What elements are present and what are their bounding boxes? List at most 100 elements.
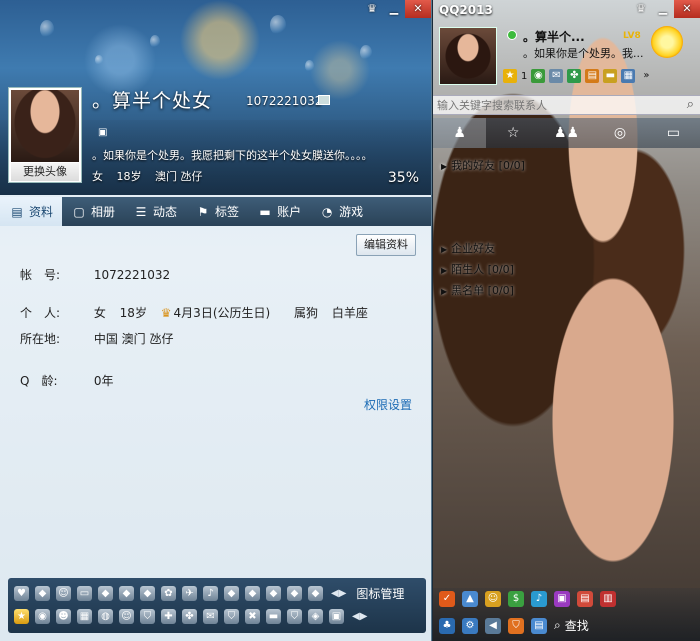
app-icon[interactable]: ▦ [77,609,92,624]
tab-games[interactable]: ◔ 游戏 [310,197,372,226]
vip-badge[interactable]: LV8 [623,31,641,41]
clover-icon[interactable]: ✤ [567,69,582,83]
chat-icon[interactable]: ☻ [56,609,71,624]
diamond-icon[interactable]: ◆ [266,586,281,601]
mobile-icon: ▣ [98,127,108,138]
wallet-icon[interactable]: ▬ [266,609,281,624]
group-my-friends[interactable]: ▶ 我的好友 [0/0] [441,157,525,173]
mail-icon[interactable]: ✉ [203,609,218,624]
my-nickname: 。算半个... [523,30,585,44]
scroll-left-icon[interactable]: ◀▶ [331,588,346,599]
rain-drop [305,60,314,72]
camera-icon[interactable]: ▲ [462,591,478,607]
search-icon[interactable]: ⌕ [687,97,694,112]
tab-tags[interactable]: ⚑ 标签 [186,197,248,226]
settings-icon[interactable]: ⚙ [462,617,478,634]
volume-icon[interactable]: ◀ [485,617,501,634]
flower-icon[interactable]: ✿ [161,586,176,601]
face-icon[interactable]: ☺ [119,609,134,624]
diamond-icon[interactable]: ◆ [140,586,155,601]
more-icon[interactable]: » [639,69,653,83]
close-button[interactable]: ✕ [405,0,431,18]
grid-icon[interactable]: ▣ [329,609,344,624]
find-button[interactable]: 查找 [565,617,589,634]
group-blacklist[interactable]: ▶ 黑名单 [0/0] [441,282,514,298]
icon-manage-link[interactable]: 图标管理 [356,585,404,602]
tab-album[interactable]: ▢ 相册 [62,197,124,226]
personal-age: 18岁 [119,306,147,320]
shield-icon[interactable]: ⛉ [287,609,302,624]
icon-tray: ♥ ◆ ☺ ▭ ◆ ◆ ◆ ✿ ✈ ♪ ◆ ◆ ◆ ◆ ◆ ◀▶ 图标管理 ★ … [8,578,426,633]
permission-settings-link[interactable]: 权限设置 [364,396,412,413]
scroll-arrows-icon[interactable]: ◀▶ [352,611,367,622]
account-label: 帐 号: [20,268,61,282]
skin-icon[interactable]: ♛ [361,0,383,18]
diamond-icon[interactable]: ◆ [224,586,239,601]
crystal-icon[interactable]: ◈ [308,609,323,624]
star-icon[interactable]: ★ [14,609,29,624]
skin-icon[interactable]: ♛ [630,0,652,18]
security-icon[interactable]: ▥ [600,591,616,607]
edit-profile-button[interactable]: 编辑资料 [356,234,416,256]
menu-icon[interactable]: ♣ [439,617,455,634]
wallet-icon[interactable]: ▬ [603,69,618,83]
diamond-icon[interactable]: ◆ [98,586,113,601]
tab-recent[interactable]: ▭ [647,118,700,148]
mail-icon[interactable]: ✉ [549,69,564,83]
heart-icon[interactable]: ♥ [14,586,29,601]
tab-groups[interactable]: ♟♟ [540,118,593,148]
news-icon[interactable]: ▦ [621,69,636,83]
weibo-icon[interactable]: ✓ [439,591,455,607]
cart-icon[interactable]: ▤ [585,69,600,83]
diamond-icon[interactable]: ◆ [35,586,50,601]
music-icon[interactable]: ♪ [203,586,218,601]
minimize-button[interactable]: ▁ [652,0,674,18]
diamond-icon[interactable]: ◆ [308,586,323,601]
change-avatar-button[interactable]: 更换头像 [11,163,79,181]
person-icon[interactable]: ☺ [56,586,71,601]
tab-feed[interactable]: ☰ 动态 [124,197,186,226]
paw-icon[interactable]: ✤ [182,609,197,624]
shield-icon[interactable]: ⛉ [508,617,524,634]
file-icon[interactable]: ▤ [531,617,547,634]
qzone-icon[interactable]: ◉ [531,69,546,83]
profile-avatar[interactable]: 更换头像 [8,87,82,183]
my-signature[interactable]: 。如果你是个处男。我... [523,45,644,61]
tools-icon[interactable]: ✖ [245,609,260,624]
pet-icon[interactable]: ☺ [485,591,501,607]
group-enterprise[interactable]: ▶ 企业好友 [441,240,495,256]
shield-icon[interactable]: ⛉ [224,609,239,624]
tab-info[interactable]: ▤ 资料 [0,197,63,226]
diamond-icon[interactable]: ◆ [119,586,134,601]
contact-search-input[interactable] [437,97,677,114]
tab-account[interactable]: ▬ 账户 [248,197,310,226]
name-card-icon[interactable] [318,95,330,105]
account-row: 帐 号: 1072221032 [20,266,180,283]
app-icon[interactable]: ▣ [554,591,570,607]
music-icon[interactable]: ♪ [531,591,547,607]
qage-value: 0年 [93,374,114,388]
qzone-icon[interactable]: ◉ [35,609,50,624]
search-icon[interactable]: ⌕ [554,618,561,633]
shield-icon[interactable]: ⛉ [140,609,155,624]
weather-sun-icon[interactable] [651,26,683,58]
profile-signature[interactable]: 。如果你是个处男。我愿把剩下的这半个处女膜送你。。。。 [92,147,373,163]
monitor-icon[interactable]: ▭ [77,586,92,601]
puzzle-icon[interactable]: ✚ [161,609,176,624]
tab-favorites[interactable]: ☆ [486,118,539,148]
online-status-icon[interactable] [507,30,517,40]
tab-qzone[interactable]: ◎ [593,118,646,148]
level-star-icon[interactable]: ★ [503,69,517,83]
minimize-button[interactable]: ▁ [383,0,405,18]
bubble-icon[interactable]: ◍ [98,609,113,624]
bird-icon[interactable]: ✈ [182,586,197,601]
diamond-icon[interactable]: ◆ [245,586,260,601]
diamond-icon[interactable]: ◆ [287,586,302,601]
tab-contacts[interactable]: ♟ [433,118,487,148]
gift-icon[interactable]: ▤ [577,591,593,607]
my-avatar[interactable] [439,27,497,85]
zodiac-value: 属狗 [294,306,319,320]
group-strangers[interactable]: ▶ 陌生人 [0/0] [441,261,514,277]
money-icon[interactable]: $ [508,591,524,607]
close-button[interactable]: ✕ [674,0,700,18]
